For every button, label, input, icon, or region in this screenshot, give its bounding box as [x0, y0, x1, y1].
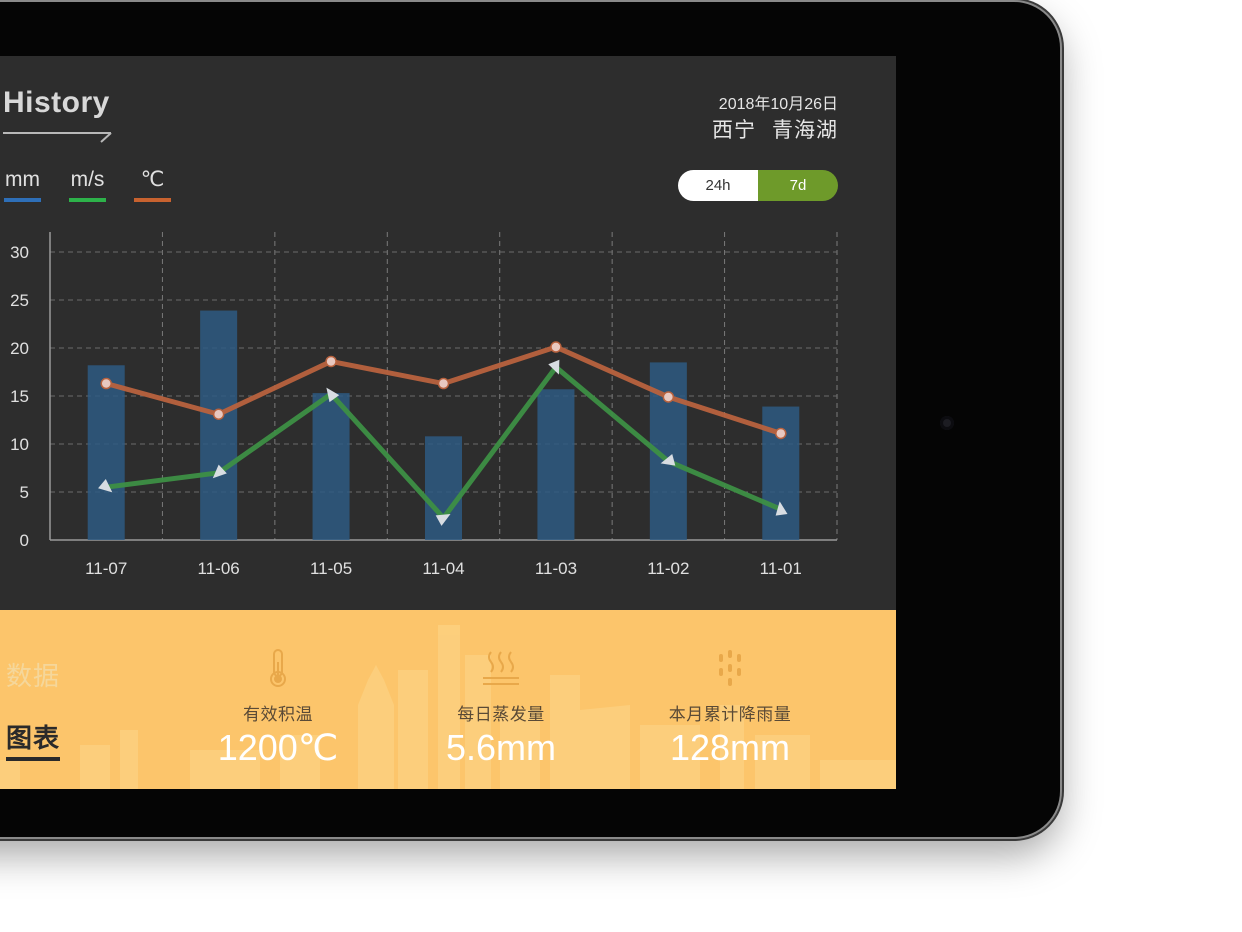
- stat-value: 1200℃: [217, 727, 339, 768]
- bar-mm: [312, 393, 350, 540]
- range-option-7d[interactable]: 7d: [758, 170, 838, 201]
- bar-mm: [425, 436, 462, 540]
- evaporation-icon: [391, 648, 611, 688]
- y-tick-label: 5: [20, 483, 29, 502]
- y-tick-label: 0: [20, 531, 29, 550]
- bar-mm: [200, 310, 238, 540]
- date-label: 2018年10月26日: [718, 96, 838, 113]
- legend-label: ℃: [140, 168, 165, 191]
- point-temperature: [662, 391, 675, 403]
- point-temperature: [100, 377, 112, 390]
- y-tick-label: 30: [10, 243, 29, 262]
- point-temperature: [550, 341, 562, 353]
- bar-mm: [762, 406, 800, 540]
- history-chart: 0 5 10 15 20 25 30 11-07 11-06 11-05 11-04 11-03 11-…: [10, 232, 838, 578]
- thermometer-icon: [168, 648, 388, 688]
- stat-value: 5.6mm: [445, 727, 557, 768]
- range-option-24h[interactable]: 24h: [678, 170, 758, 201]
- bar-mm: [537, 389, 575, 540]
- bar-mm: [87, 365, 125, 540]
- legend-item-temp: ℃: [134, 168, 171, 202]
- legend-label: mm: [5, 168, 40, 191]
- point-temperature: [775, 427, 787, 440]
- chart-legend: mm m/s ℃: [4, 168, 171, 202]
- legend-swatch: [4, 198, 41, 202]
- stat-label: 本月累计降雨量: [668, 705, 792, 724]
- x-tick-label: 11-01: [760, 559, 802, 578]
- legend-item-mm: mm: [4, 168, 41, 202]
- range-toggle: 24h 7d: [678, 170, 838, 201]
- x-tick-label: 11-05: [310, 559, 352, 578]
- legend-item-ms: m/s: [69, 168, 106, 202]
- camera-icon: [940, 416, 954, 430]
- title-underline-decoration: [3, 132, 112, 143]
- stats-panel: 数据 图表 有效积温 1200℃ 每日蒸发量 5.6mm 本月累计降雨量 128…: [0, 610, 896, 789]
- stat-daily-evaporation: 每日蒸发量 5.6mm: [391, 648, 611, 769]
- nav-data-tab[interactable]: 数据: [6, 656, 60, 693]
- page-title: History: [3, 86, 110, 119]
- nav-chart-tab[interactable]: 图表: [6, 718, 61, 761]
- stat-label: 每日蒸发量: [457, 705, 545, 724]
- tablet-frame: History 2018年10月26日 西宁青海湖 mm m/s ℃ 24h: [0, 2, 1060, 837]
- y-tick-label: 20: [10, 339, 29, 358]
- location-label: 西宁 青海湖: [712, 114, 838, 144]
- stat-monthly-rainfall: 本月累计降雨量 128mm: [620, 648, 840, 769]
- legend-swatch: [69, 198, 106, 202]
- stat-label: 有效积温: [243, 705, 313, 724]
- x-tick-label: 11-04: [422, 559, 464, 578]
- y-tick-label: 25: [10, 291, 29, 310]
- legend-label: m/s: [70, 168, 105, 191]
- rain-icon: [620, 648, 840, 688]
- point-temperature: [437, 377, 450, 390]
- point-temperature: [325, 355, 337, 368]
- point-temperature: [212, 408, 225, 420]
- x-tick-label: 11-03: [535, 559, 577, 578]
- stat-accumulated-temperature: 有效积温 1200℃: [168, 648, 388, 769]
- x-tick-label: 11-06: [198, 559, 240, 578]
- app-screen: History 2018年10月26日 西宁青海湖 mm m/s ℃ 24h: [0, 56, 896, 789]
- x-tick-label: 11-02: [647, 559, 689, 578]
- y-tick-label: 10: [10, 435, 29, 454]
- legend-swatch: [134, 198, 171, 202]
- x-tick-label: 11-07: [85, 559, 127, 578]
- place-label: 青海湖: [772, 119, 838, 142]
- stat-value: 128mm: [669, 727, 791, 768]
- y-tick-label: 15: [10, 387, 29, 406]
- city-label: 西宁: [712, 119, 756, 142]
